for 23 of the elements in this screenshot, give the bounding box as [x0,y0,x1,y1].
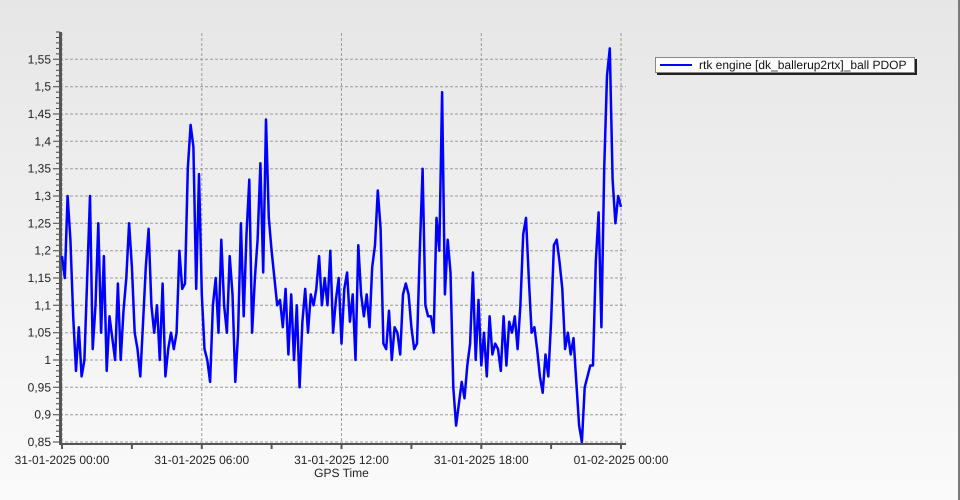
y-tick-label: 1,1 [34,298,51,312]
legend-line-icon [660,64,692,66]
y-tick-label: 0,95 [28,380,51,394]
y-tick-label: 1,25 [28,216,51,230]
y-tick-label: 1,55 [28,52,51,66]
x-tick-label: 31-01-2025 06:00 [154,453,250,467]
x-tick-label: 31-01-2025 00:00 [14,453,110,467]
y-tick-label: 0,85 [28,435,51,449]
y-tick-label: 1,15 [28,271,51,285]
x-tick-label: 31-01-2025 18:00 [434,453,529,467]
y-tick-label: 1,4 [34,134,51,148]
y-tick-label: 1,35 [28,162,51,176]
y-tick-label: 1,2 [34,244,51,258]
y-tick-label: 1,45 [28,107,51,121]
x-tick-label: 01-02-2025 00:00 [574,453,668,467]
y-tick-label: 1,05 [28,326,51,340]
legend-label: rtk engine [dk_ballerup2rtx]_ball PDOP [699,59,906,71]
x-tick-label: 31-01-2025 12:00 [294,453,389,467]
x-axis-title: GPS Time [314,466,369,480]
y-tick-label: 1 [44,353,51,367]
y-tick-label: 1,3 [34,189,51,203]
y-tick-label: 0,9 [34,408,51,422]
y-tick-label: 1,5 [34,80,51,94]
